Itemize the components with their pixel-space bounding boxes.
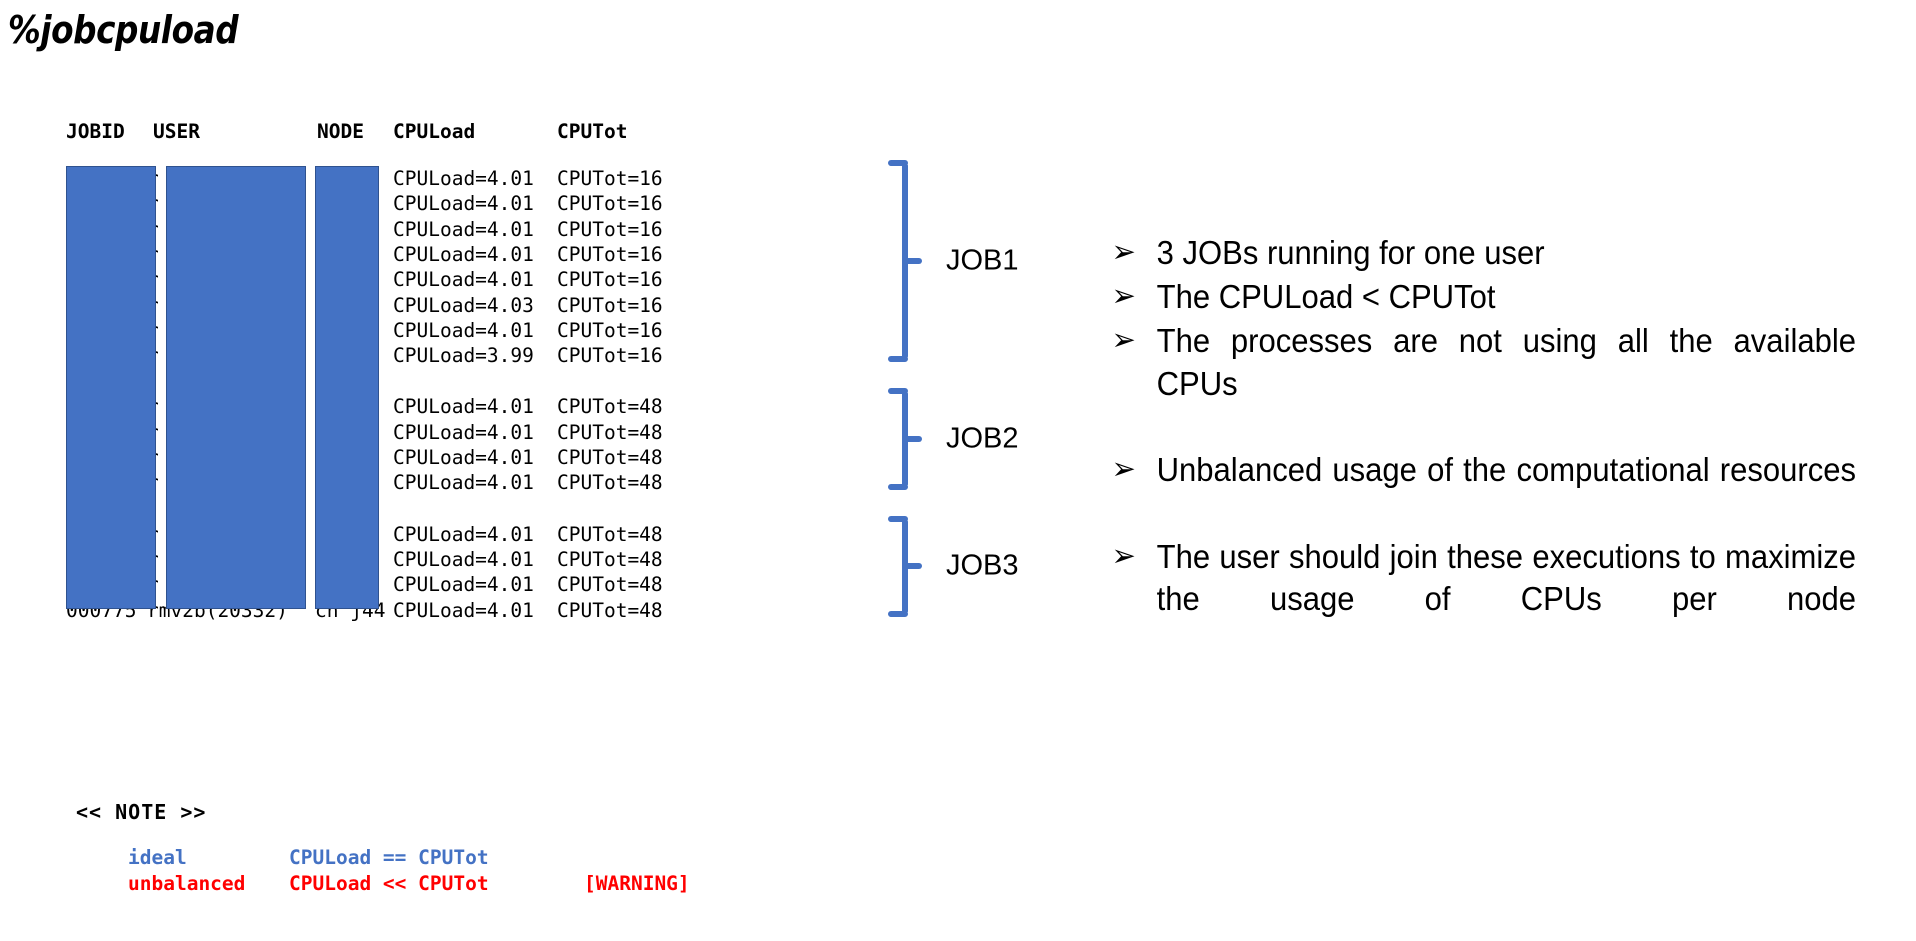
table-row: 000775 rmv2b(20332) cn j44 CPULoad=4.01 CPUT… (66, 598, 706, 623)
brace-center-nub (905, 563, 922, 570)
brace-center-nub (905, 258, 922, 265)
column-header-cputot: CPUTot (557, 120, 628, 143)
bullet-item: ➢ The processes are not using all the ava… (1104, 320, 1856, 447)
bullet-item: ➢ The CPULoad < CPUTot (1104, 276, 1856, 318)
job-grouping-braces: JOB1 JOB2 JOB3 (888, 160, 1118, 640)
cell-cputot: CPUTot=48 (557, 446, 663, 469)
table-row: rCPULoad=4.01CPUTot=16 (66, 166, 706, 191)
table-row: rCPULoad=4.01CPUTot=48 (66, 445, 706, 470)
table-row: rCPULoad=4.01CPUTot=48 (66, 572, 706, 597)
brace-center-nub (905, 435, 922, 442)
table-row: rCPULoad=4.01CPUTot=48 (66, 394, 706, 419)
cell-cpuload: CPULoad=4.01 (393, 598, 534, 622)
cell-cpuload: CPULoad=4.01 (393, 522, 534, 546)
redaction-block-jobid (66, 166, 156, 609)
column-header-node: NODE (317, 120, 364, 143)
bullet-item: ➢ 3 JOBs running for one user (1104, 232, 1856, 274)
cell-cpuload: CPULoad=4.01 (393, 192, 534, 216)
cell-cpuload: CPULoad=4.03 (393, 293, 534, 317)
cell-cpuload: CPULoad=4.01 (393, 395, 534, 419)
bullet-arrow-icon: ➢ (1111, 234, 1136, 270)
job-label-job2: JOB2 (946, 422, 1019, 455)
note-label: ideal (128, 846, 187, 869)
bullet-text: The CPULoad < CPUTot (1156, 278, 1496, 316)
cell-cputot: CPUTot=16 (557, 268, 663, 292)
cell-cputot: CPUTot=16 (557, 167, 663, 190)
cell-cputot: CPUTot=16 (557, 293, 663, 317)
cell-cputot: CPUTot=48 (557, 420, 663, 444)
redaction-block-node (315, 166, 379, 609)
cell-cpuload: CPULoad=4.01 (393, 547, 534, 571)
cell-cpuload: CPULoad=4.01 (393, 573, 534, 597)
note-section: << NOTE >> ideal CPULoad == CPUTot unbalan… (76, 800, 690, 898)
cell-cpuload: CPULoad=4.01 (393, 268, 534, 292)
cell-cpuload: CPULoad=4.01 (393, 446, 534, 469)
cell-cpuload: CPULoad=4.01 (393, 217, 534, 241)
table-row: rCPULoad=3.99CPUTot=16 (66, 343, 706, 368)
table-row: rCPULoad=4.01CPUTot=16 (66, 191, 706, 216)
bullet-item: ➢ Unbalanced usage of the computational r… (1104, 449, 1856, 533)
cell-cputot: CPUTot=48 (557, 573, 663, 597)
table-row: rCPULoad=4.01CPUTot=48 (66, 547, 706, 572)
bullet-arrow-icon: ➢ (1111, 451, 1136, 488)
page-title: %jobcpuload (8, 8, 239, 52)
note-expression: CPULoad == CPUTot (289, 846, 489, 869)
table-row: rCPULoad=4.01CPUTot=16 (66, 217, 706, 242)
bullet-text: 3 JOBs running for one user (1156, 234, 1545, 271)
table-header-row: JOBID USER NODE CPULoad CPUTot (66, 120, 706, 150)
table-row: rCPULoad=4.03CPUTot=16 (66, 293, 706, 318)
cell-cputot: CPUTot=16 (557, 242, 663, 266)
table-row: rCPULoad=4.01CPUTot=16 (66, 267, 706, 292)
cell-cpuload: CPULoad=4.01 (393, 471, 534, 495)
table-row: rCPULoad=4.01CPUTot=16 (66, 318, 706, 343)
brace-job3 (888, 515, 922, 617)
note-expression: CPULoad << CPUTot (289, 872, 489, 895)
table-body: rCPULoad=4.01CPUTot=16rCPULoad=4.01CPUTo… (66, 166, 706, 622)
bullet-text: The user should join these executions to… (1156, 537, 1856, 617)
brace-job1 (888, 160, 922, 363)
note-title: << NOTE >> (76, 800, 207, 824)
bullet-arrow-icon: ➢ (1111, 278, 1136, 315)
bullet-arrow-icon: ➢ (1111, 537, 1136, 574)
note-line: ideal CPULoad == CPUTot (128, 846, 489, 872)
cell-cputot: CPUTot=16 (557, 318, 663, 342)
bullet-text: The processes are not using all the avai… (1156, 322, 1856, 402)
note-line: unbalanced CPULoad << CPUTot [WARNING] (128, 872, 690, 898)
note-label: unbalanced (128, 872, 246, 895)
cell-cputot: CPUTot=48 (557, 598, 663, 622)
column-header-jobid: JOBID (66, 120, 125, 143)
redaction-block-user (166, 166, 306, 609)
observations-bullet-list: ➢ 3 JOBs running for one user ➢ The CPULoad… (1104, 232, 1904, 664)
cell-cputot: CPUTot=48 (557, 471, 663, 495)
bullet-text: Unbalanced usage of the computational re… (1156, 451, 1856, 489)
cell-cpuload: CPULoad=4.01 (393, 242, 534, 266)
note-lines: ideal CPULoad == CPUTot unbalanced CPULoad … (128, 846, 690, 898)
bullet-arrow-icon: ➢ (1111, 322, 1136, 359)
jobcpuload-output-block: JOBID USER NODE CPULoad CPUTot rCPULoad=… (66, 120, 706, 622)
brace-job2 (888, 388, 922, 490)
cell-cputot: CPUTot=16 (557, 192, 663, 216)
cell-cputot: CPUTot=48 (557, 522, 663, 546)
cell-cpuload: CPULoad=4.01 (393, 167, 534, 190)
cell-cpuload: CPULoad=4.01 (393, 318, 534, 342)
cell-cputot: CPUTot=16 (557, 217, 663, 241)
cell-cpuload: CPULoad=3.99 (393, 344, 534, 368)
table-row: rCPULoad=4.01CPUTot=16 (66, 242, 706, 267)
table-row: rCPULoad=4.01CPUTot=48 (66, 420, 706, 445)
cell-cpuload: CPULoad=4.01 (393, 420, 534, 444)
cell-cputot: CPUTot=16 (557, 344, 663, 368)
note-warning-tag: [WARNING] (584, 872, 690, 895)
table-row: rCPULoad=4.01CPUTot=48 (66, 470, 706, 495)
column-header-user: USER (153, 120, 200, 143)
job-label-job3: JOB3 (946, 549, 1019, 582)
cell-cputot: CPUTot=48 (557, 395, 663, 419)
column-header-cpuload: CPULoad (393, 120, 476, 143)
cell-cputot: CPUTot=48 (557, 547, 663, 571)
job-label-job1: JOB1 (946, 244, 1019, 277)
table-row: rCPULoad=4.01CPUTot=48 (66, 522, 706, 547)
bullet-item: ➢ The user should join these executions t… (1104, 536, 1856, 663)
